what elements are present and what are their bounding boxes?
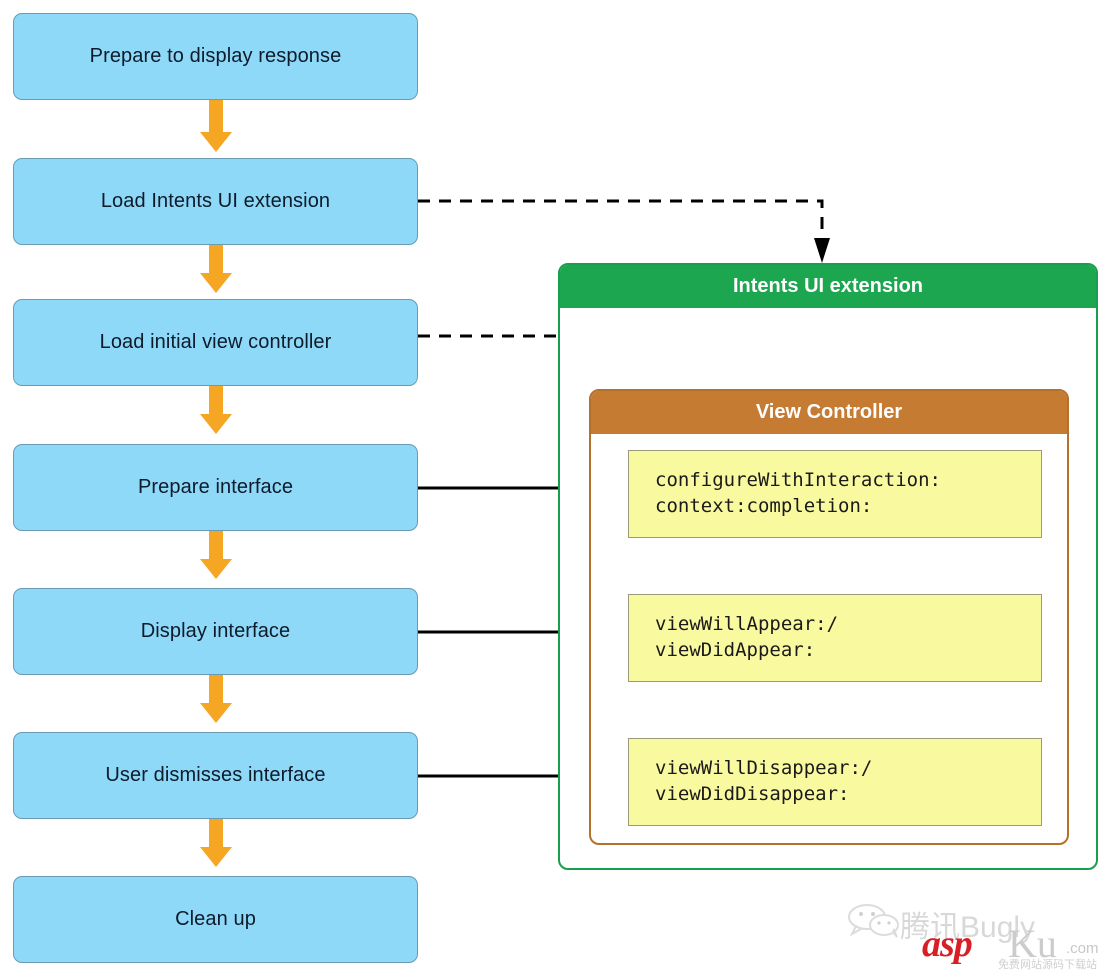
code-line-2: viewDidDisappear:: [655, 783, 850, 805]
view-controller-title: View Controller: [755, 401, 903, 423]
view-controller-header: View Controller: [591, 391, 1067, 434]
flow-step-load-initial-view-controller[interactable]: Load initial view controller: [13, 299, 418, 386]
flow-step-label: Load initial view controller: [99, 331, 332, 353]
dashed-connector-extension: [418, 199, 824, 238]
flow-step-user-dismisses-interface[interactable]: User dismisses interface: [13, 732, 418, 819]
orange-arrow-1: [200, 100, 232, 152]
code-line-1: viewWillAppear:/: [655, 613, 839, 636]
flow-step-label: User dismisses interface: [105, 764, 326, 786]
flow-step-label: Clean up: [175, 908, 256, 930]
code-box-view-will-did-appear[interactable]: viewWillAppear:/ viewDidAppear:: [628, 594, 1042, 682]
code-box-view-will-did-disappear[interactable]: viewWillDisappear:/ viewDidDisappear:: [628, 738, 1042, 826]
orange-arrow-4: [200, 527, 232, 579]
flow-step-label: Load Intents UI extension: [100, 190, 331, 212]
intents-ui-extension-header: Intents UI extension: [560, 265, 1096, 308]
code-box-configure-with-interaction[interactable]: configureWithInteraction: context:comple…: [628, 450, 1042, 538]
flow-step-load-intents-ui-extension[interactable]: Load Intents UI extension: [13, 158, 418, 245]
orange-arrow-5: [200, 671, 232, 723]
dashed-arrowhead-extension: [814, 238, 830, 263]
orange-arrow-3: [200, 382, 232, 434]
orange-arrow-2: [200, 241, 232, 293]
code-line-1: viewWillDisappear:/: [655, 757, 873, 780]
intents-ui-extension-title: Intents UI extension: [732, 275, 924, 297]
code-line-1: configureWithInteraction:: [655, 469, 941, 492]
code-line-2: viewDidAppear:: [655, 639, 816, 661]
flow-step-prepare-to-display-response[interactable]: Prepare to display response: [13, 13, 418, 100]
code-line-2: context:completion:: [655, 495, 873, 517]
orange-arrow-6: [200, 815, 232, 867]
flow-step-label: Display interface: [140, 620, 291, 642]
flow-step-prepare-interface[interactable]: Prepare interface: [13, 444, 418, 531]
flow-step-label: Prepare interface: [137, 476, 294, 498]
flow-step-display-interface[interactable]: Display interface: [13, 588, 418, 675]
flow-step-clean-up[interactable]: Clean up: [13, 876, 418, 963]
flow-step-label: Prepare to display response: [89, 45, 342, 67]
